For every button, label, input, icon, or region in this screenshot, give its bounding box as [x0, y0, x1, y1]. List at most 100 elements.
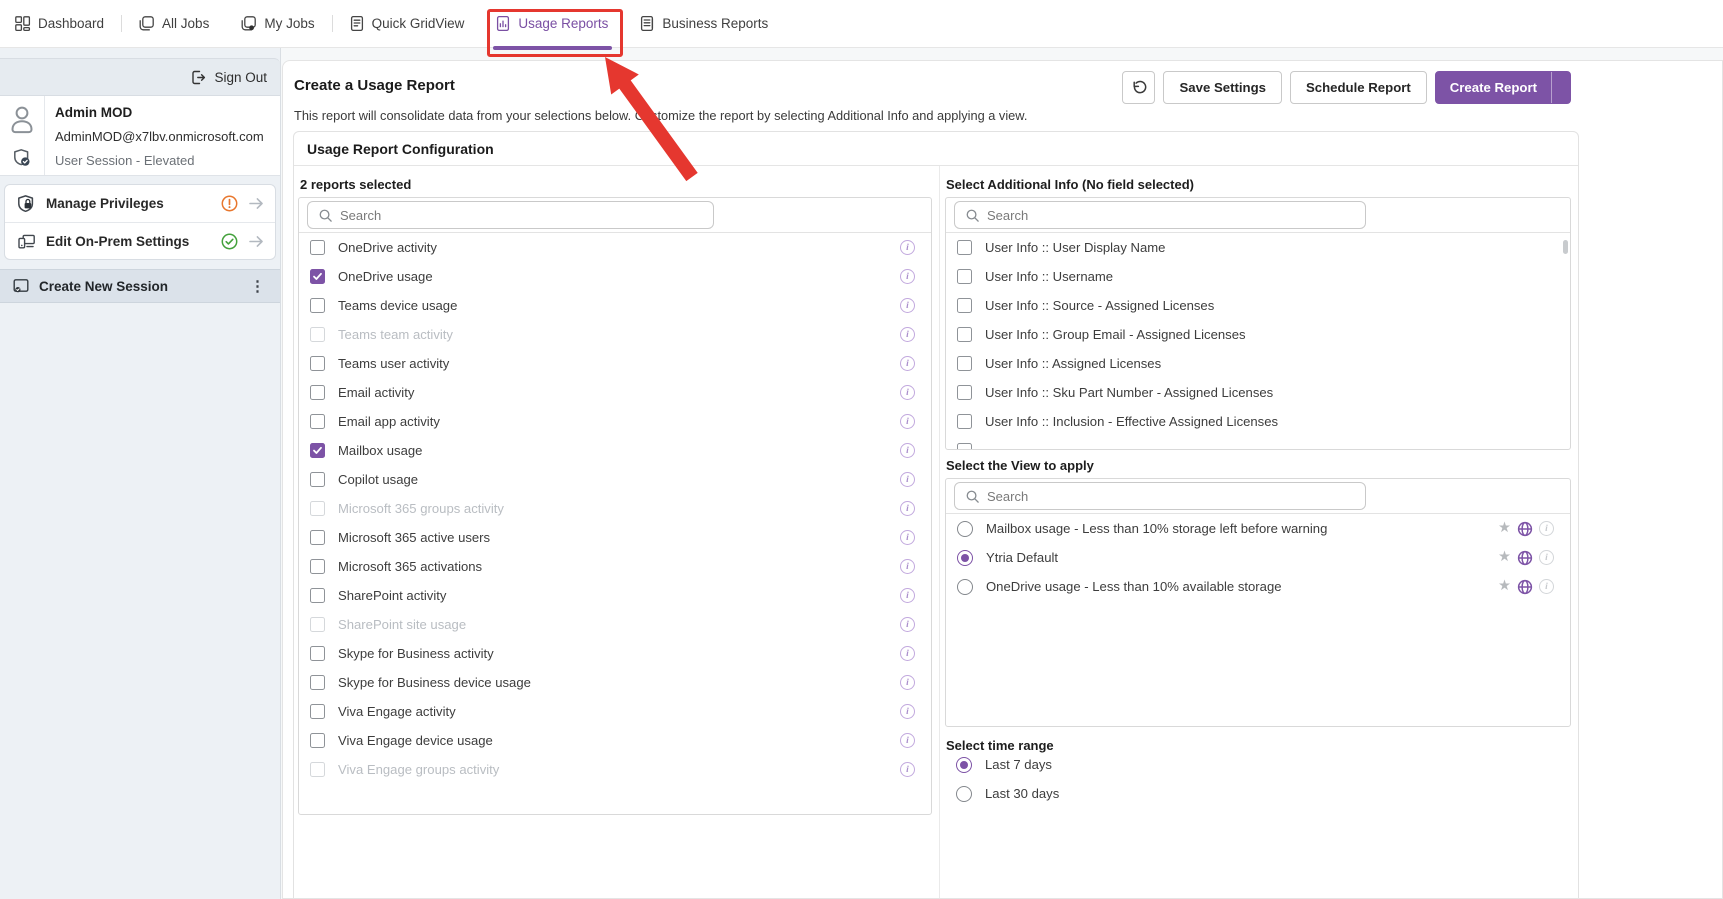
checkbox[interactable]	[310, 646, 325, 661]
nav-tab-all-jobs[interactable]: All Jobs	[138, 0, 209, 48]
checkbox[interactable]	[310, 385, 325, 400]
checkbox[interactable]	[957, 269, 972, 284]
report-row[interactable]: Viva Engage activityi	[299, 697, 931, 726]
nav-tab-quick-gridview[interactable]: Quick GridView	[349, 0, 465, 48]
time-range-option[interactable]: Last 7 days	[945, 750, 1571, 779]
info-icon[interactable]: i	[900, 762, 915, 777]
info-icon[interactable]: i	[1539, 550, 1554, 565]
report-row[interactable]: SharePoint site usagei	[299, 610, 931, 639]
report-row[interactable]: OneDrive activityi	[299, 233, 931, 262]
arrow-right-icon[interactable]	[248, 234, 265, 249]
checkbox[interactable]	[957, 414, 972, 429]
additional-info-row[interactable]: User Info :: Sku Part Number - Assigned …	[946, 378, 1570, 407]
report-row[interactable]: Mailbox usagei	[299, 436, 931, 465]
nav-tab-my-jobs[interactable]: My Jobs	[240, 0, 314, 48]
checkbox[interactable]	[310, 675, 325, 690]
report-row[interactable]: Skype for Business activityi	[299, 639, 931, 668]
checkbox[interactable]	[310, 588, 325, 603]
nav-tab-usage-reports[interactable]: Usage Reports	[495, 0, 608, 48]
checkbox[interactable]	[310, 733, 325, 748]
report-row[interactable]: Teams device usagei	[299, 291, 931, 320]
checkbox[interactable]	[310, 617, 325, 632]
star-icon[interactable]: ★	[1498, 579, 1511, 594]
star-icon[interactable]: ★	[1498, 550, 1511, 565]
checkbox[interactable]	[310, 298, 325, 313]
view-row[interactable]: Ytria Default★i	[946, 543, 1570, 572]
checkbox[interactable]	[957, 298, 972, 313]
views-search-input[interactable]	[987, 489, 1355, 504]
reset-button[interactable]	[1122, 71, 1155, 104]
radio-button[interactable]	[957, 579, 973, 595]
additional-info-search-input[interactable]	[987, 208, 1355, 223]
star-icon[interactable]: ★	[1498, 521, 1511, 536]
report-row[interactable]: Skype for Business device usagei	[299, 668, 931, 697]
additional-info-row[interactable]: User Info :: Assigned Licenses	[946, 349, 1570, 378]
radio-button[interactable]	[956, 757, 972, 773]
checkbox[interactable]	[310, 356, 325, 371]
checkbox[interactable]	[310, 704, 325, 719]
checkbox[interactable]	[957, 385, 972, 400]
report-row[interactable]: Microsoft 365 groups activityi	[299, 494, 931, 523]
sign-out-button[interactable]: Sign Out	[0, 58, 280, 96]
checkbox[interactable]	[310, 269, 325, 284]
checkbox[interactable]	[957, 240, 972, 255]
time-range-option[interactable]: Last 30 days	[945, 779, 1571, 808]
checkbox[interactable]	[310, 414, 325, 429]
globe-icon[interactable]	[1517, 579, 1533, 595]
create-new-session-button[interactable]: Create New Session ⋮	[0, 269, 280, 303]
info-icon[interactable]: i	[900, 327, 915, 342]
info-icon[interactable]: i	[900, 733, 915, 748]
additional-info-row[interactable]: User Info :: User Display Name	[946, 233, 1570, 262]
additional-info-search[interactable]	[954, 201, 1366, 229]
checkbox[interactable]	[310, 501, 325, 516]
additional-info-row[interactable]: User Info :: Group Email - Assigned Lice…	[946, 320, 1570, 349]
globe-icon[interactable]	[1517, 550, 1533, 566]
reports-search-input[interactable]	[340, 208, 703, 223]
radio-button[interactable]	[957, 521, 973, 537]
info-icon[interactable]: i	[900, 240, 915, 255]
report-row[interactable]: Microsoft 365 active usersi	[299, 523, 931, 552]
session-options-kebab-icon[interactable]: ⋮	[247, 277, 268, 295]
report-row[interactable]: Viva Engage groups activityi	[299, 755, 931, 784]
checkbox[interactable]	[310, 530, 325, 545]
scrollbar-thumb[interactable]	[1563, 240, 1568, 254]
checkbox[interactable]	[310, 559, 325, 574]
report-row[interactable]: Copilot usagei	[299, 465, 931, 494]
nav-tab-dashboard[interactable]: Dashboard	[14, 0, 104, 48]
create-report-button[interactable]: Create Report	[1435, 71, 1571, 104]
checkbox[interactable]	[310, 327, 325, 342]
info-icon[interactable]: i	[900, 559, 915, 574]
report-row[interactable]: Teams team activityi	[299, 320, 931, 349]
checkbox[interactable]	[957, 327, 972, 342]
info-icon[interactable]: i	[1539, 579, 1554, 594]
info-icon[interactable]: i	[900, 646, 915, 661]
info-icon[interactable]: i	[900, 414, 915, 429]
info-icon[interactable]: i	[900, 472, 915, 487]
info-icon[interactable]: i	[900, 298, 915, 313]
view-row[interactable]: Mailbox usage - Less than 10% storage le…	[946, 514, 1570, 543]
info-icon[interactable]: i	[900, 530, 915, 545]
info-icon[interactable]: i	[900, 704, 915, 719]
info-icon[interactable]: i	[900, 269, 915, 284]
create-report-split-segment[interactable]	[1552, 72, 1570, 103]
radio-button[interactable]	[956, 786, 972, 802]
radio-button[interactable]	[957, 550, 973, 566]
reports-search[interactable]	[307, 201, 714, 229]
checkbox[interactable]	[310, 472, 325, 487]
checkbox[interactable]	[310, 762, 325, 777]
report-row[interactable]: OneDrive usagei	[299, 262, 931, 291]
globe-icon[interactable]	[1517, 521, 1533, 537]
additional-info-row[interactable]: User Info :: Inclusion - Effective Assig…	[946, 407, 1570, 436]
info-icon[interactable]: i	[900, 501, 915, 516]
checkbox[interactable]	[310, 240, 325, 255]
report-row[interactable]: Viva Engage device usagei	[299, 726, 931, 755]
info-icon[interactable]: i	[900, 588, 915, 603]
info-icon[interactable]: i	[900, 675, 915, 690]
report-row[interactable]: Email app activityi	[299, 407, 931, 436]
info-icon[interactable]: i	[900, 617, 915, 632]
sidebar-action-manage-privileges[interactable]: Manage Privileges	[5, 185, 275, 222]
additional-info-row[interactable]	[946, 436, 1570, 450]
additional-info-row[interactable]: User Info :: Source - Assigned Licenses	[946, 291, 1570, 320]
info-icon[interactable]: i	[900, 385, 915, 400]
checkbox[interactable]	[957, 443, 972, 450]
